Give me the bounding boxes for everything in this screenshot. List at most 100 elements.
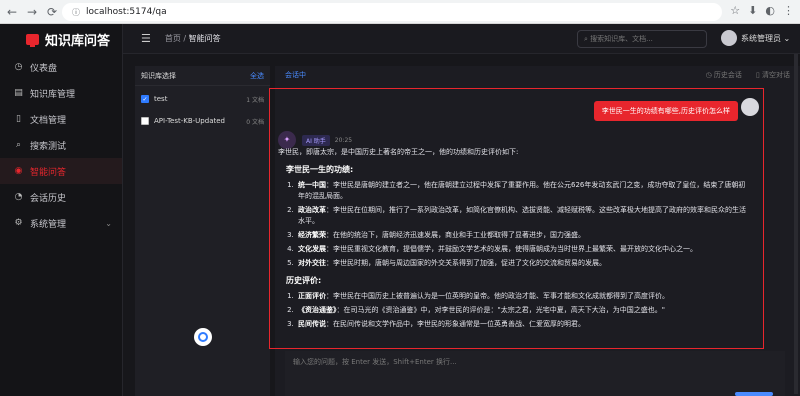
- item-title: 政治改革: [298, 206, 326, 214]
- user-avatar: [741, 98, 759, 116]
- sidebar-item-qa[interactable]: ◉ 智能问答: [0, 158, 122, 184]
- chat-header: 会话中 ◷ 历史会话 ▯ 清空对话: [275, 66, 800, 84]
- sidebar: 知识库问答 ◷ 仪表盘 ▤ 知识库管理 ▯ 文档管理 ⌕ 搜索测试 ◉ 智能问答 ◔ 会话历…: [0, 24, 123, 396]
- kb-panel-header: 知识库选择 全选: [135, 66, 270, 86]
- clear-button[interactable]: ▯ 清空对话: [756, 70, 790, 80]
- reload-icon[interactable]: ⟳: [44, 4, 60, 20]
- item-title: 统一中国: [298, 181, 326, 189]
- item-title: 文化发展: [298, 245, 326, 253]
- forward-icon[interactable]: →: [24, 4, 40, 20]
- item-text: ：李世民时期，唐朝与周边国家的外交关系得到了加强，促进了文化的交流和贸易的发展。: [326, 259, 606, 267]
- ai-intro: 李世民，即唐太宗，是中国历史上著名的帝王之一，他的功绩和历史评价如下:: [278, 148, 519, 156]
- monitor-icon: [26, 33, 39, 47]
- kb-panel-title: 知识库选择: [141, 71, 176, 80]
- more-icon[interactable]: ⋮: [783, 4, 794, 17]
- list-item: 民间传说：在民间传说和文学作品中，李世民的形象通常是一位英勇善战、仁爱宽厚的明君…: [296, 319, 748, 330]
- kb-item[interactable]: ✓ test 1 文档: [135, 90, 270, 108]
- ai-message-body: 李世民，即唐太宗，是中国历史上著名的帝王之一，他的功绩和历史评价如下: 李世民一…: [278, 147, 748, 333]
- checkbox[interactable]: ✓: [141, 95, 149, 103]
- item-text: ：李世民在中国历史上被普遍认为是一位英明的皇帝。他的政治才能、军事才能和文化成就…: [326, 292, 669, 300]
- sidebar-item-dashboard[interactable]: ◷ 仪表盘: [0, 54, 122, 80]
- item-title: 对外交往: [298, 259, 326, 267]
- search-input[interactable]: ⌕ 搜索知识库、文档...: [577, 30, 707, 48]
- url-text: localhost:5174/qa: [86, 7, 167, 17]
- logo[interactable]: 知识库问答: [0, 24, 122, 54]
- breadcrumb-home[interactable]: 首页: [165, 34, 181, 43]
- menu-toggle-icon[interactable]: ☰: [141, 32, 151, 45]
- item-title: 民间传说: [298, 320, 326, 328]
- chevron-down-icon: ⌄: [105, 218, 112, 228]
- sidebar-item-search-test[interactable]: ⌕ 搜索测试: [0, 132, 122, 158]
- send-button[interactable]: [735, 392, 773, 396]
- topbar: ☰ 首页 / 智能问答 ⌕ 搜索知识库、文档... 系统管理员 ⌄: [123, 24, 800, 54]
- item-text: ：李世民在位期间，推行了一系列政治改革，如简化官僚机构、选拔贤能、减轻赋税等。这…: [298, 206, 746, 225]
- breadcrumb: 首页 / 智能问答: [165, 33, 221, 44]
- kb-item-name: API-Test-KB-Updated: [154, 117, 225, 125]
- evaluations-list: 正面评价：李世民在中国历史上被普遍认为是一位英明的皇帝。他的政治才能、军事才能和…: [296, 291, 748, 330]
- section-heading: 历史评价:: [286, 276, 322, 285]
- message-input[interactable]: 输入您的问题，按 Enter 发送，Shift+Enter 换行...: [285, 351, 785, 396]
- checkbox[interactable]: [141, 117, 149, 125]
- gear-icon: ⚙: [14, 218, 23, 228]
- sidebar-item-label: 系统管理: [30, 219, 67, 230]
- kb-panel: 知识库选择 全选 ✓ test 1 文档 API-Test-KB-Updated…: [135, 66, 270, 396]
- user-menu[interactable]: 系统管理员 ⌄: [721, 30, 790, 46]
- main-content: 知识库选择 全选 ✓ test 1 文档 API-Test-KB-Updated…: [123, 54, 800, 396]
- sidebar-item-label: 搜索测试: [30, 141, 67, 152]
- item-text: ：在民间传说和文学作品中，李世民的形象通常是一位英勇善战、仁爱宽厚的明君。: [326, 320, 585, 328]
- item-text: ：在司马光的《资治通鉴》中，对李世民的评价是："太宗之君，光宅中夏，高天下大治，…: [336, 306, 665, 314]
- user-name: 系统管理员 ⌄: [741, 33, 791, 43]
- list-item: 统一中国：李世民是唐朝的建立者之一，他在唐朝建立过程中发挥了重要作用。他在公元6…: [296, 180, 748, 202]
- chat-icon: ◉: [14, 166, 23, 176]
- clock-icon: ◔: [14, 192, 23, 202]
- chat-status: 会话中: [285, 71, 306, 79]
- dashboard-icon: ◷: [14, 62, 23, 72]
- section-heading: 李世民一生的功绩:: [286, 165, 354, 174]
- sidebar-item-label: 仪表盘: [30, 63, 58, 74]
- ai-message-time: 20:25: [334, 136, 353, 144]
- item-title: 经济繁荣: [298, 231, 326, 239]
- message-input-placeholder: 输入您的问题，按 Enter 发送，Shift+Enter 换行...: [293, 358, 457, 366]
- site-info-icon[interactable]: ⓘ: [72, 7, 80, 18]
- kb-item-count: 0 文档: [246, 118, 264, 126]
- document-icon: ▯: [16, 114, 21, 124]
- list-item: 经济繁荣：在他的统治下，唐朝经济迅速发展，商业和手工业都取得了显著进步，国力强盛…: [296, 230, 748, 241]
- sidebar-item-label: 会话历史: [30, 193, 67, 204]
- sidebar-item-system[interactable]: ⚙ 系统管理 ⌄: [0, 210, 122, 236]
- message-list: 李世民一生的功绩有哪些,历史评价怎么样 ✦ AI 助手 20:25 李世民，即唐…: [269, 88, 764, 349]
- chat-panel: 会话中 ◷ 历史会话 ▯ 清空对话 李世民一生的功绩有哪些,历史评价怎么样 ✦ …: [269, 66, 800, 396]
- select-all-button[interactable]: 全选: [250, 71, 264, 81]
- list-item: 政治改革：李世民在位期间，推行了一系列政治改革，如简化官僚机构、选拔贤能、减轻赋…: [296, 205, 748, 227]
- sidebar-item-label: 文档管理: [30, 115, 67, 126]
- item-title: 正面评价: [298, 292, 326, 300]
- floating-assistant-button[interactable]: [194, 328, 212, 346]
- history-button[interactable]: ◷ 历史会话: [706, 70, 742, 80]
- breadcrumb-current: 智能问答: [188, 34, 221, 43]
- back-icon[interactable]: ←: [4, 4, 20, 20]
- item-text: ：在他的统治下，唐朝经济迅速发展，商业和手工业都取得了显著进步，国力强盛。: [326, 231, 585, 239]
- download-icon[interactable]: ⬇: [748, 4, 757, 17]
- user-message: 李世民一生的功绩有哪些,历史评价怎么样: [593, 101, 738, 121]
- item-text: ：李世民是唐朝的建立者之一，他在唐朝建立过程中发挥了重要作用。他在公元626年发…: [298, 181, 746, 200]
- sidebar-item-label: 知识库管理: [30, 89, 76, 100]
- list-item: 《资治通鉴》：在司马光的《资治通鉴》中，对李世民的评价是："太宗之君，光宅中夏，…: [296, 305, 748, 316]
- app-title: 知识库问答: [45, 33, 111, 49]
- address-bar[interactable]: ⓘ localhost:5174/qa: [62, 3, 722, 21]
- list-item: 文化发展：李世民重视文化教育，提倡儒学，并鼓励文学艺术的发展，使得唐朝成为当时世…: [296, 244, 748, 255]
- scrollbar[interactable]: [794, 54, 798, 394]
- kb-item-count: 1 文档: [246, 96, 264, 104]
- profile-icon[interactable]: ◐: [765, 4, 775, 17]
- sidebar-item-label: 智能问答: [30, 167, 67, 178]
- sidebar-item-documents[interactable]: ▯ 文档管理: [0, 106, 122, 132]
- database-icon: ▤: [14, 88, 23, 98]
- sidebar-item-history[interactable]: ◔ 会话历史: [0, 184, 122, 210]
- browser-toolbar: ← → ⟳ ⓘ localhost:5174/qa ☆ ⬇ ◐ ⋮: [0, 0, 800, 24]
- app: 知识库问答 ◷ 仪表盘 ▤ 知识库管理 ▯ 文档管理 ⌕ 搜索测试 ◉ 智能问答 ◔ 会话历…: [0, 24, 800, 396]
- bookmark-icon[interactable]: ☆: [730, 4, 740, 17]
- item-title: 《资治通鉴》: [298, 306, 337, 314]
- ai-name-badge: AI 助手: [302, 134, 330, 146]
- avatar: [721, 30, 737, 46]
- kb-item[interactable]: API-Test-KB-Updated 0 文档: [135, 112, 270, 130]
- sidebar-item-kb-management[interactable]: ▤ 知识库管理: [0, 80, 122, 106]
- breadcrumb-separator: /: [180, 34, 189, 43]
